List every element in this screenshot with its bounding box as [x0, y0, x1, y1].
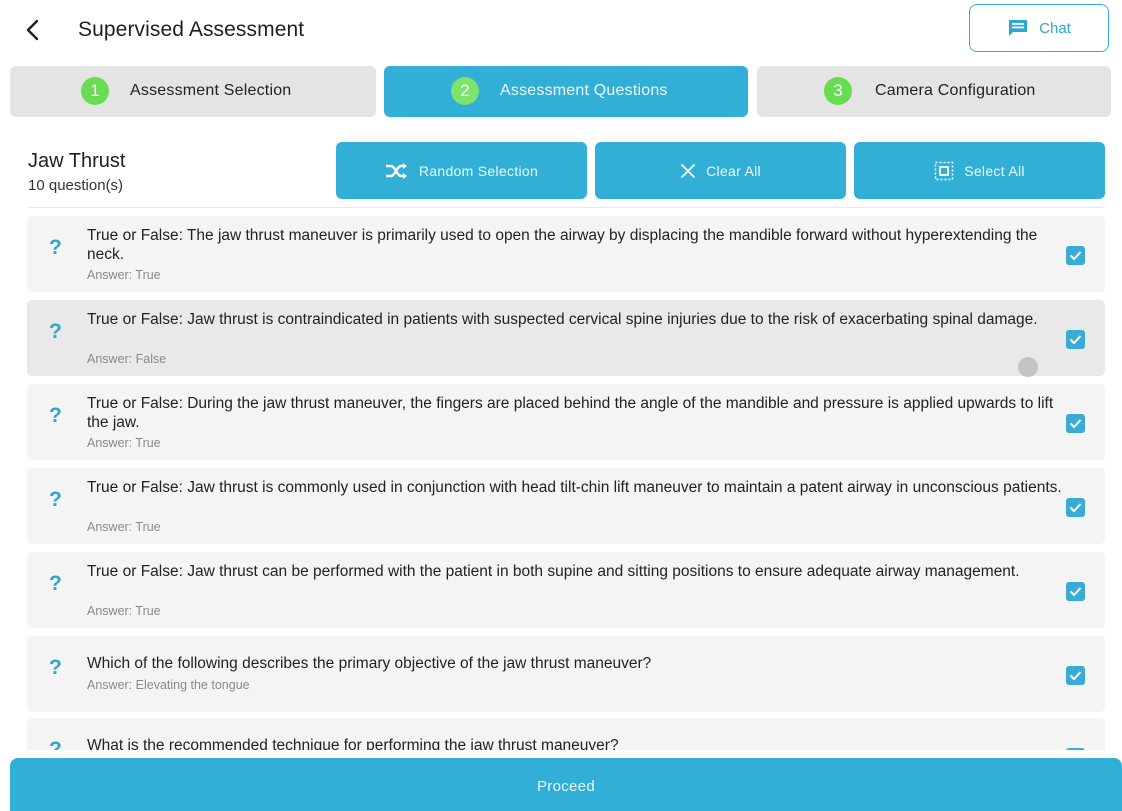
question-count: 10 question(s)	[28, 177, 124, 194]
supervised-assessment-screen: Supervised Assessment Chat 1 Assessment …	[0, 0, 1122, 811]
question-text: True or False: During the jaw thrust man…	[87, 395, 1054, 431]
question-checkbox[interactable]	[1066, 246, 1085, 265]
clear-all-button[interactable]: Clear All	[595, 142, 846, 199]
question-text: True or False: Jaw thrust can be perform…	[87, 563, 1020, 580]
step-label: Assessment Selection	[130, 82, 292, 99]
question-checkbox[interactable]	[1066, 498, 1085, 517]
step-number: 3	[824, 77, 852, 105]
page-title: Supervised Assessment	[78, 18, 305, 41]
question-checkbox[interactable]	[1066, 748, 1085, 750]
question-mark-icon: ?	[49, 236, 62, 259]
checkmark-icon	[1069, 335, 1082, 345]
clear-all-label: Clear All	[706, 162, 761, 179]
close-icon	[681, 163, 695, 178]
question-answer: Answer: True	[87, 268, 161, 282]
shuffle-icon	[385, 162, 407, 179]
question-item[interactable]: ? True or False: Jaw thrust is contraind…	[27, 300, 1105, 377]
checkmark-icon	[1069, 419, 1082, 429]
question-checkbox[interactable]	[1066, 414, 1085, 433]
chat-button[interactable]: Chat	[969, 4, 1109, 52]
question-mark-icon: ?	[49, 656, 62, 679]
question-answer: Answer: True	[87, 436, 161, 450]
question-item[interactable]: ? True or False: Jaw thrust is commonly …	[27, 468, 1105, 544]
question-answer: Answer: False	[87, 352, 167, 366]
question-checkbox[interactable]	[1066, 330, 1085, 349]
question-checkbox[interactable]	[1066, 582, 1085, 601]
step-assessment-questions[interactable]: 2 Assessment Questions	[384, 66, 748, 117]
question-text: True or False: Jaw thrust is commonly us…	[87, 479, 1062, 496]
question-mark-icon: ?	[49, 572, 62, 595]
question-item[interactable]: ? True or False: Jaw thrust can be perfo…	[27, 552, 1105, 628]
question-mark-icon: ?	[49, 320, 62, 343]
header-bar: Supervised Assessment Chat	[0, 0, 1122, 60]
proceed-label: Proceed	[537, 778, 595, 795]
step-label: Camera Configuration	[875, 82, 1036, 99]
checkmark-icon	[1069, 671, 1082, 681]
select-all-button[interactable]: Select All	[854, 142, 1105, 199]
step-label: Assessment Questions	[500, 82, 668, 99]
question-item[interactable]: ? Which of the following describes the p…	[27, 636, 1105, 712]
question-answer: Answer: Elevating the tongue	[87, 678, 250, 692]
back-button[interactable]	[18, 15, 48, 45]
question-list[interactable]: ? True or False: The jaw thrust maneuver…	[27, 216, 1105, 750]
question-answer: Answer: True	[87, 520, 161, 534]
question-answer: Answer: True	[87, 604, 161, 618]
question-mark-icon: ?	[49, 404, 62, 427]
step-number: 1	[81, 77, 109, 105]
question-mark-icon: ?	[49, 488, 62, 511]
question-item[interactable]: ? True or False: The jaw thrust maneuver…	[27, 216, 1105, 292]
random-selection-button[interactable]: Random Selection	[336, 142, 587, 199]
question-mark-icon: ?	[49, 738, 62, 750]
step-camera-configuration[interactable]: 3 Camera Configuration	[757, 66, 1111, 117]
chevron-left-icon	[26, 19, 39, 41]
step-tabs: 1 Assessment Selection 2 Assessment Ques…	[10, 66, 1111, 117]
question-item[interactable]: ? True or False: During the jaw thrust m…	[27, 384, 1105, 460]
question-text: True or False: Jaw thrust is contraindic…	[87, 311, 1038, 328]
chat-label: Chat	[1039, 19, 1071, 37]
checkmark-icon	[1069, 503, 1082, 513]
step-number: 2	[451, 77, 479, 105]
select-all-label: Select All	[964, 162, 1025, 179]
proceed-button[interactable]: Proceed	[10, 758, 1122, 811]
question-text: True or False: The jaw thrust maneuver i…	[87, 227, 1038, 263]
random-selection-label: Random Selection	[418, 162, 539, 179]
step-assessment-selection[interactable]: 1 Assessment Selection	[10, 66, 376, 117]
question-text: What is the recommended technique for pe…	[87, 737, 619, 750]
section-divider	[28, 207, 1104, 208]
checkmark-icon	[1069, 251, 1082, 261]
question-text: Which of the following describes the pri…	[87, 655, 652, 672]
question-item[interactable]: ? What is the recommended technique for …	[27, 718, 1105, 750]
select-all-icon	[934, 161, 954, 180]
section-title: Jaw Thrust	[28, 150, 126, 172]
touch-indicator	[1018, 357, 1038, 377]
chat-icon	[1009, 20, 1028, 36]
checkmark-icon	[1069, 587, 1082, 597]
question-checkbox[interactable]	[1066, 666, 1085, 685]
